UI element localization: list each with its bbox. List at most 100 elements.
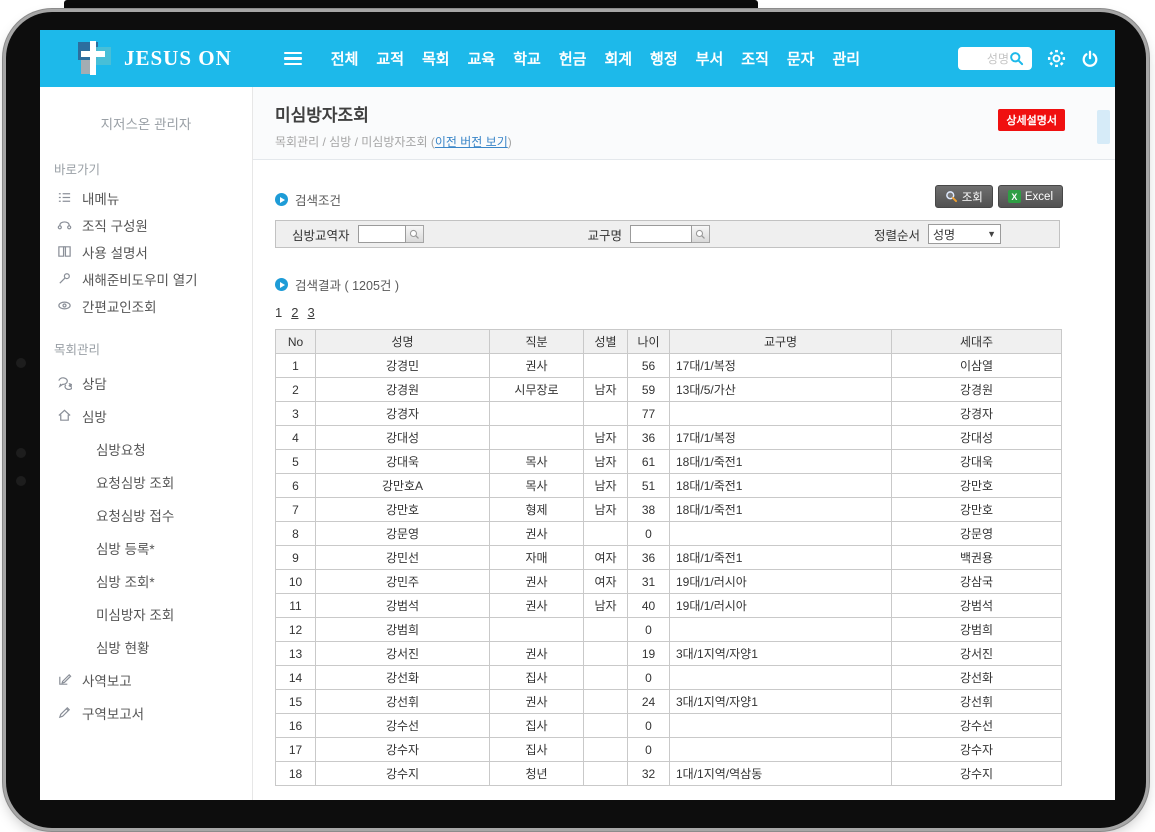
cell-0: 17 [276, 738, 316, 762]
sidebar-item-1-5[interactable]: 심방 등록* [40, 531, 252, 564]
sidebar-item-1-1[interactable]: 심방 [40, 399, 252, 432]
sidebar-item-0-4[interactable]: 간편교인조회 [40, 292, 252, 319]
table-row[interactable]: 15강선휘권사243대/1지역/자양1강선휘 [276, 690, 1062, 714]
excel-button[interactable]: X Excel [998, 185, 1063, 208]
sidebar-item-0-0[interactable]: 내메뉴 [40, 184, 252, 211]
power-icon[interactable] [1081, 50, 1099, 68]
cross-logo-icon [76, 40, 114, 78]
cell-4: 0 [628, 522, 670, 546]
results-section-row: 검색결과 ( 1205건 ) [275, 275, 1115, 294]
cell-3: 남자 [584, 474, 628, 498]
nav-item-7[interactable]: 행정 [641, 42, 687, 75]
parish-search-icon[interactable] [692, 225, 710, 243]
cell-4: 0 [628, 618, 670, 642]
nav-item-8[interactable]: 부서 [687, 42, 733, 75]
cell-2: 권사 [490, 522, 584, 546]
cell-6: 강수선 [892, 714, 1062, 738]
sidebar-item-1-9[interactable]: 사역보고 [40, 663, 252, 696]
nav-item-11[interactable]: 관리 [823, 42, 869, 75]
table-row[interactable]: 14강선화집사0강선화 [276, 666, 1062, 690]
bullet-play-icon [275, 278, 288, 291]
table-row[interactable]: 7강만호형제남자3818대/1/죽전1강만호 [276, 498, 1062, 522]
table-row[interactable]: 6강만호A목사남자5118대/1/죽전1강만호 [276, 474, 1062, 498]
table-row[interactable]: 17강수자집사0강수자 [276, 738, 1062, 762]
sidebar-section-label-0: 바로가기 [54, 159, 252, 178]
sidebar-menu: 바로가기내메뉴조직 구성원사용 설명서새해준비도우미 열기간편교인조회목회관리상… [40, 159, 252, 729]
pastor-search-icon[interactable] [406, 225, 424, 243]
sidebar-item-1-6[interactable]: 심방 조회* [40, 564, 252, 597]
search-icon[interactable] [1009, 51, 1024, 66]
nav-item-0[interactable]: 전체 [322, 42, 368, 75]
pastor-input[interactable] [358, 225, 406, 243]
cell-4: 77 [628, 402, 670, 426]
nav-item-2[interactable]: 목회 [413, 42, 459, 75]
sidebar-item-1-2[interactable]: 심방요청 [40, 432, 252, 465]
cell-3: 남자 [584, 450, 628, 474]
table-row[interactable]: 2강경원시무장로남자5913대/5/가산강경원 [276, 378, 1062, 402]
gear-icon[interactable] [1047, 49, 1066, 68]
table-row[interactable]: 4강대성남자3617대/1/복정강대성 [276, 426, 1062, 450]
table-row[interactable]: 11강범석권사남자4019대/1/러시아강범석 [276, 594, 1062, 618]
sidebar-item-1-0[interactable]: 상담 [40, 366, 252, 399]
parish-input[interactable] [630, 225, 692, 243]
nav-item-5[interactable]: 헌금 [550, 42, 596, 75]
cell-5: 19대/1/러시아 [670, 594, 892, 618]
table-row[interactable]: 16강수선집사0강수선 [276, 714, 1062, 738]
screen: JESUS ON 전체교적목회교육학교헌금회계행정부서조직문자관리 [40, 30, 1115, 800]
table-row[interactable]: 12강범희0강범희 [276, 618, 1062, 642]
sidebar-item-0-1[interactable]: 조직 구성원 [40, 211, 252, 238]
page-1[interactable]: 1 [275, 305, 282, 320]
cell-0: 16 [276, 714, 316, 738]
table-row[interactable]: 5강대욱목사남자6118대/1/죽전1강대욱 [276, 450, 1062, 474]
sort-select[interactable]: 성명 ▼ [928, 224, 1001, 244]
nav-item-10[interactable]: 문자 [778, 42, 824, 75]
previous-version-link[interactable]: 이전 버전 보기 [435, 135, 508, 149]
scrollbar-thumb[interactable] [1097, 110, 1110, 144]
table-row[interactable]: 8강문영권사0강문영 [276, 522, 1062, 546]
sidebar-item-1-10[interactable]: 구역보고서 [40, 696, 252, 729]
table-row[interactable]: 10강민주권사여자3119대/1/러시아강삼국 [276, 570, 1062, 594]
field-label-sort: 정렬순서 [874, 225, 920, 244]
page-3[interactable]: 3 [307, 305, 314, 320]
nav-item-1[interactable]: 교적 [367, 42, 413, 75]
cell-3 [584, 402, 628, 426]
app-logo[interactable]: JESUS ON [76, 40, 232, 78]
global-search-input[interactable] [963, 52, 1009, 66]
nav-item-4[interactable]: 학교 [504, 42, 550, 75]
page-2[interactable]: 2 [291, 305, 298, 320]
search-submit-button[interactable]: 조회 [935, 185, 993, 208]
column-header-2: 직분 [490, 330, 584, 354]
table-row[interactable]: 1강경민권사5617대/1/복정이삼열 [276, 354, 1062, 378]
breadcrumb-path: 목회관리 / 심방 / 미심방자조회 ( [275, 135, 435, 149]
nav-item-6[interactable]: 회계 [595, 42, 641, 75]
search-button-icon [945, 190, 958, 203]
hamburger-icon[interactable] [284, 49, 302, 69]
sidebar-item-1-4[interactable]: 요청심방 접수 [40, 498, 252, 531]
cell-4: 36 [628, 426, 670, 450]
table-row[interactable]: 3강경자77강경자 [276, 402, 1062, 426]
cell-4: 56 [628, 354, 670, 378]
topbar: JESUS ON 전체교적목회교육학교헌금회계행정부서조직문자관리 [40, 30, 1115, 87]
cell-1: 강민선 [316, 546, 490, 570]
table-row[interactable]: 13강서진권사193대/1지역/자양1강서진 [276, 642, 1062, 666]
nav-item-3[interactable]: 교육 [459, 42, 505, 75]
table-row[interactable]: 9강민선자매여자3618대/1/죽전1백권용 [276, 546, 1062, 570]
chat-icon [57, 375, 82, 390]
sidebar-item-1-3[interactable]: 요청심방 조회 [40, 465, 252, 498]
cell-3: 남자 [584, 594, 628, 618]
sidebar-item-1-7[interactable]: 미심방자 조회 [40, 597, 252, 630]
nav-item-9[interactable]: 조직 [732, 42, 778, 75]
cell-5: 3대/1지역/자양1 [670, 642, 892, 666]
cell-3: 남자 [584, 378, 628, 402]
detail-manual-button[interactable]: 상세설명서 [998, 109, 1065, 131]
side-button [16, 448, 26, 458]
sidebar-item-0-3[interactable]: 새해준비도우미 열기 [40, 265, 252, 292]
cell-0: 2 [276, 378, 316, 402]
cell-6: 강범석 [892, 594, 1062, 618]
cell-1: 강수자 [316, 738, 490, 762]
sidebar: 지저스온 관리자 바로가기내메뉴조직 구성원사용 설명서새해준비도우미 열기간편… [40, 87, 253, 800]
table-row[interactable]: 18강수지청년321대/1지역/역삼동강수지 [276, 762, 1062, 786]
sidebar-item-1-8[interactable]: 심방 현황 [40, 630, 252, 663]
sidebar-item-0-2[interactable]: 사용 설명서 [40, 238, 252, 265]
field-label-parish: 교구명 [588, 225, 623, 244]
